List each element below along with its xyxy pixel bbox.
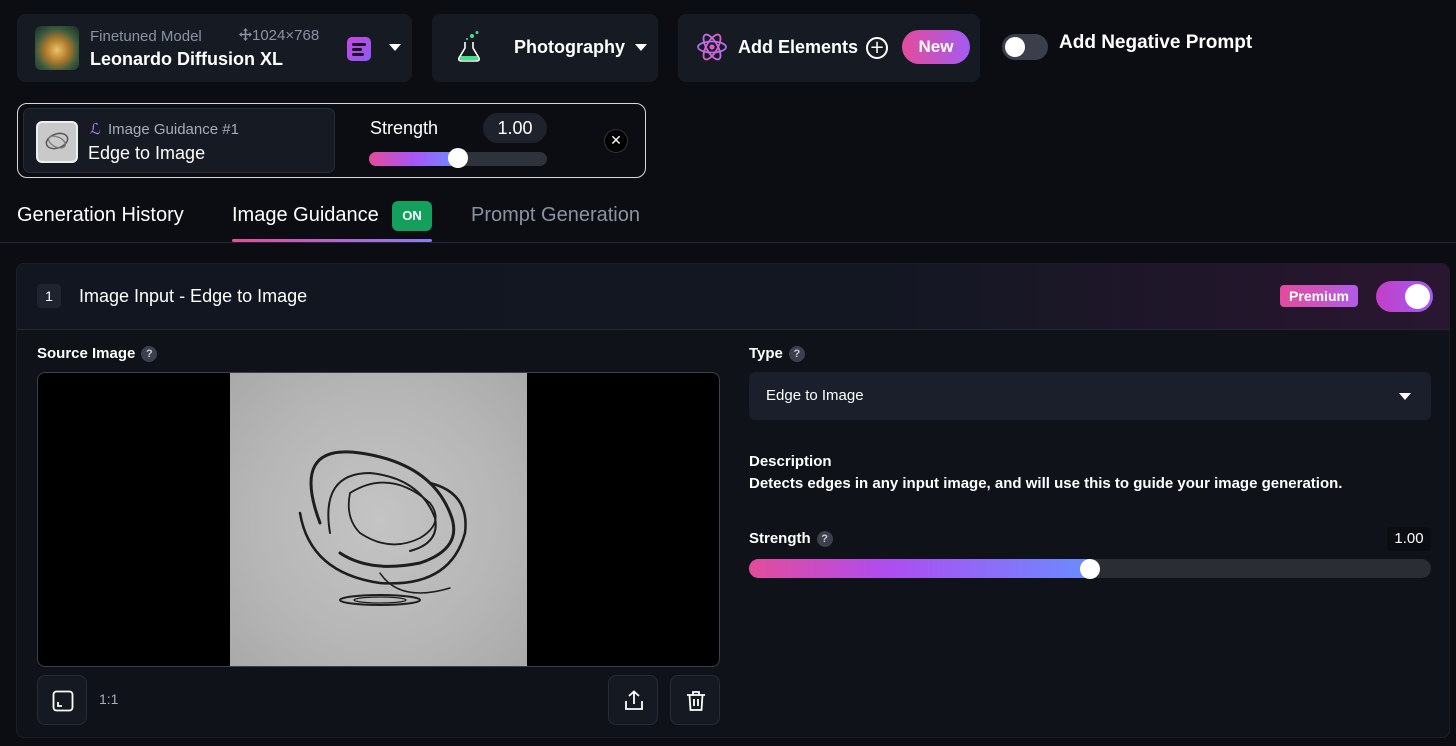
tab-image-guidance[interactable]: Image Guidance xyxy=(232,204,379,227)
guidance-item[interactable]: ℒ Image Guidance #1 Edge to Image xyxy=(23,108,335,173)
slider-thumb[interactable] xyxy=(1080,559,1100,579)
on-badge: ON xyxy=(392,201,432,231)
chevron-down-icon[interactable] xyxy=(635,44,647,51)
source-image-frame[interactable] xyxy=(37,372,720,667)
chip-strength-label: Strength xyxy=(370,118,439,138)
premium-badge: Premium xyxy=(1280,285,1358,307)
tab-divider xyxy=(0,242,1456,243)
model-subtitle: Finetuned Model xyxy=(90,28,202,45)
guidance-subtitle: Image Guidance #1 xyxy=(108,121,239,138)
image-guidance-chip: ℒ Image Guidance #1 Edge to Image Streng… xyxy=(17,103,646,178)
panel-enable-toggle[interactable] xyxy=(1376,281,1433,312)
add-elements-button[interactable]: Add Elements + New xyxy=(678,14,980,82)
tab-prompt-generation[interactable]: Prompt Generation xyxy=(471,204,640,227)
flask-icon xyxy=(458,31,480,62)
chevron-down-icon xyxy=(1399,393,1411,400)
prompt-settings-icon[interactable] xyxy=(347,37,371,61)
model-thumbnail xyxy=(35,26,79,70)
help-icon[interactable]: ? xyxy=(141,346,158,362)
slider-fill xyxy=(749,559,1090,578)
tab-generation-history[interactable]: Generation History xyxy=(17,204,184,227)
model-dimensions: 1024×768 xyxy=(239,27,319,44)
aspect-ratio-button[interactable] xyxy=(37,675,87,725)
link-icon: ℒ xyxy=(90,120,101,138)
upload-icon xyxy=(625,690,643,710)
toggle-knob xyxy=(1405,284,1430,309)
add-elements-label: Add Elements xyxy=(738,37,859,57)
panel-header: 1 Image Input - Edge to Image Premium xyxy=(17,264,1449,330)
edge-sketch-image xyxy=(298,450,467,606)
trash-icon xyxy=(687,691,705,711)
toggle-knob xyxy=(1005,37,1025,57)
style-selector[interactable]: Photography xyxy=(432,14,658,82)
guidance-name: Edge to Image xyxy=(88,143,206,163)
style-label: Photography xyxy=(514,37,625,57)
new-badge: New xyxy=(902,30,970,64)
type-value: Edge to Image xyxy=(766,387,864,404)
description-label: Description xyxy=(749,453,832,470)
atom-icon xyxy=(697,33,727,61)
crop-frame-icon xyxy=(52,690,74,712)
model-dimensions-text: 1024×768 xyxy=(252,27,320,44)
upload-button[interactable] xyxy=(608,675,658,725)
description-text: Detects edges in any input image, and wi… xyxy=(749,475,1343,492)
guidance-thumbnail xyxy=(36,121,78,163)
delete-button[interactable] xyxy=(670,675,720,725)
aspect-ratio-label: 1:1 xyxy=(99,691,119,707)
source-image-label: Source Image xyxy=(37,345,136,362)
slider-fill xyxy=(369,152,458,166)
strength-heading: Strength? xyxy=(749,530,833,547)
model-name: Leonardo Diffusion XL xyxy=(90,49,283,69)
strength-label: Strength xyxy=(749,530,811,547)
chip-strength-value: 1.00 xyxy=(483,113,547,143)
type-label: Type xyxy=(749,345,783,362)
panel-title: Image Input - Edge to Image xyxy=(79,286,308,306)
help-icon[interactable]: ? xyxy=(788,346,805,362)
strength-value: 1.00 xyxy=(1387,527,1431,551)
type-heading: Type? xyxy=(749,345,805,362)
model-selector[interactable]: Finetuned Model 1024×768 Leonardo Diffus… xyxy=(17,14,412,82)
source-image-heading: Source Image? xyxy=(37,345,158,362)
chevron-down-icon[interactable] xyxy=(389,44,401,51)
close-icon[interactable]: ✕ xyxy=(604,129,628,153)
move-icon xyxy=(239,28,252,41)
plus-circle-icon: + xyxy=(866,37,888,59)
type-select[interactable]: Edge to Image xyxy=(749,372,1431,420)
slider-thumb[interactable] xyxy=(448,148,468,168)
help-icon[interactable]: ? xyxy=(816,531,833,547)
negative-prompt-label: Add Negative Prompt xyxy=(1059,32,1253,53)
negative-prompt-toggle[interactable] xyxy=(1002,34,1048,60)
step-number: 1 xyxy=(37,284,61,308)
source-image xyxy=(230,373,527,666)
